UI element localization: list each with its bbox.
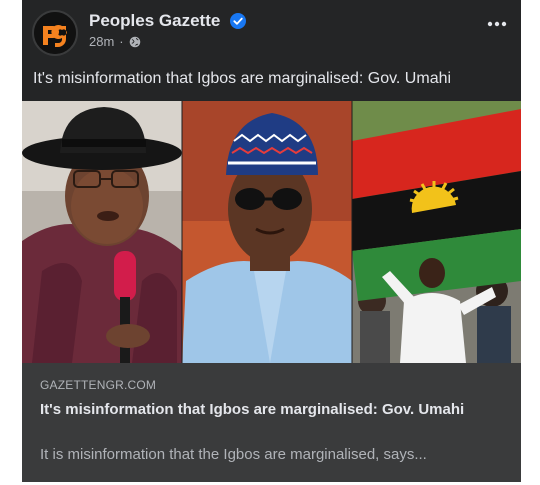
- page-name[interactable]: Peoples Gazette: [89, 11, 220, 31]
- news-photo-collage: [22, 101, 521, 363]
- post-timestamp[interactable]: 28m: [89, 34, 114, 50]
- post-meta: 28m ·: [89, 34, 141, 50]
- post-image[interactable]: [22, 101, 521, 363]
- facebook-post-card: Peoples Gazette 28m · It's misinformatio…: [22, 0, 521, 482]
- post-header: Peoples Gazette 28m ·: [22, 0, 521, 62]
- link-preview[interactable]: GAZETTENGR.COM It's misinformation that …: [22, 363, 521, 482]
- link-description: It is misinformation that the Igbos are …: [40, 446, 427, 463]
- page-avatar[interactable]: [32, 10, 78, 56]
- link-title[interactable]: It's misinformation that Igbos are margi…: [40, 399, 510, 420]
- post-text: It's misinformation that Igbos are margi…: [33, 70, 452, 87]
- more-options-icon: [487, 21, 507, 27]
- more-options-button[interactable]: [485, 14, 509, 34]
- page: Peoples Gazette 28m · It's misinformatio…: [0, 0, 540, 485]
- photo-right-panel: [352, 101, 521, 363]
- photo-left-panel: [22, 101, 182, 363]
- meta-separator: ·: [119, 34, 124, 49]
- verified-badge-icon: [230, 13, 246, 29]
- globe-icon[interactable]: [129, 36, 141, 48]
- pg-logo-icon: [34, 12, 76, 54]
- photo-middle-panel: [182, 101, 352, 363]
- link-domain: GAZETTENGR.COM: [40, 378, 157, 392]
